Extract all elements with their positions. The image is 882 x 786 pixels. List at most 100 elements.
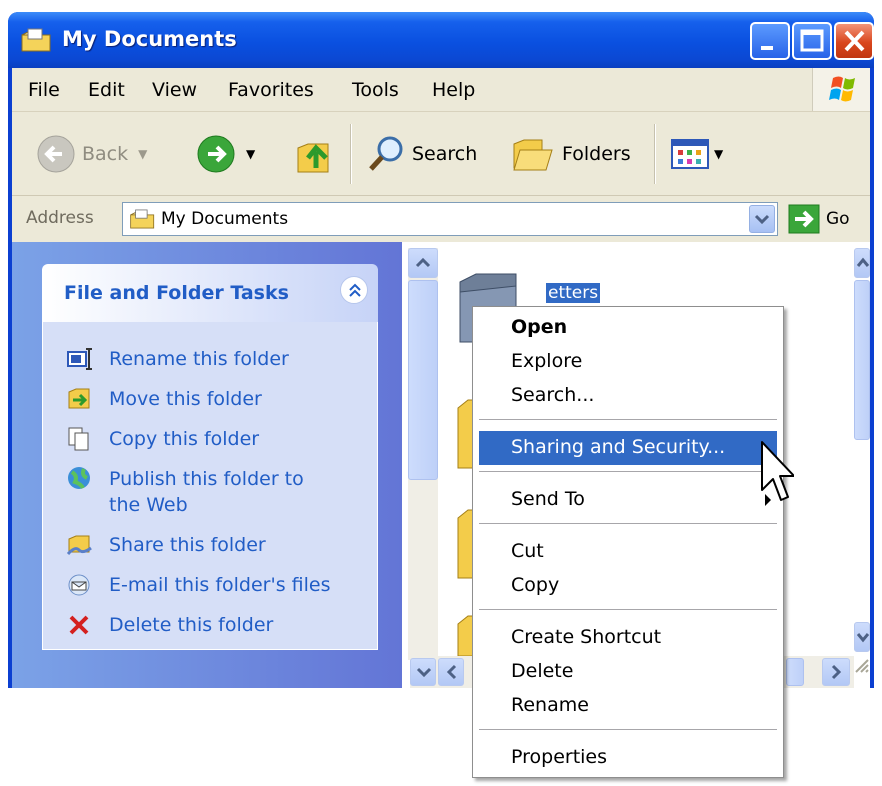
close-icon xyxy=(844,30,865,52)
scroll-thumb[interactable] xyxy=(854,280,870,440)
back-label: Back xyxy=(82,143,129,165)
views-dropdown-icon[interactable]: ▼ xyxy=(714,147,723,161)
task-label: Move this folder xyxy=(109,388,262,410)
scroll-down-button[interactable] xyxy=(854,622,870,652)
task-list: Rename this folder Move this folder Copy… xyxy=(42,322,378,650)
scroll-right-button[interactable] xyxy=(822,658,850,686)
chevron-right-icon xyxy=(831,664,842,680)
search-icon xyxy=(369,136,403,171)
menu-favorites[interactable]: Favorites xyxy=(228,79,314,101)
task-pane: File and Folder Tasks Rename this folder… xyxy=(12,242,402,688)
menu-item-cut[interactable]: Cut xyxy=(479,535,777,569)
menu-separator xyxy=(479,523,777,524)
address-value: My Documents xyxy=(161,209,289,229)
menu-item-sharing-security[interactable]: Sharing and Security... xyxy=(479,431,777,465)
menu-item-delete[interactable]: Delete xyxy=(479,655,777,689)
menu-item-label: Open xyxy=(511,316,568,338)
scroll-down-button[interactable] xyxy=(410,658,436,686)
menu-file[interactable]: File xyxy=(28,79,60,101)
menu-item-label: Copy xyxy=(511,574,560,596)
minimize-button[interactable] xyxy=(750,22,790,60)
task-move-folder[interactable]: Move this folder xyxy=(67,386,262,412)
scroll-left-button[interactable] xyxy=(438,658,464,686)
task-label: Publish this folder to the Web xyxy=(109,468,304,516)
menu-view[interactable]: View xyxy=(152,79,197,101)
task-rename-folder[interactable]: Rename this folder xyxy=(67,346,289,372)
task-panel-header[interactable]: File and Folder Tasks xyxy=(42,264,378,322)
task-delete-folder[interactable]: Delete this folder xyxy=(67,612,273,638)
task-share-folder[interactable]: Share this folder xyxy=(67,532,266,558)
scroll-thumb[interactable] xyxy=(786,658,804,686)
menu-item-label: Cut xyxy=(511,540,544,562)
menu-item-explore[interactable]: Explore xyxy=(479,345,777,379)
delete-icon xyxy=(69,615,89,635)
menu-edit[interactable]: Edit xyxy=(88,79,125,101)
menu-item-copy[interactable]: Copy xyxy=(479,569,777,603)
task-copy-folder[interactable]: Copy this folder xyxy=(67,426,259,452)
scroll-up-button[interactable] xyxy=(854,248,870,278)
vertical-scrollbar-right[interactable] xyxy=(854,248,870,688)
menu-separator xyxy=(479,729,777,730)
search-label: Search xyxy=(412,143,478,165)
forward-dropdown-icon[interactable]: ▼ xyxy=(246,147,255,161)
task-label: E-mail this folder's files xyxy=(109,574,331,596)
menu-item-rename[interactable]: Rename xyxy=(479,689,777,723)
forward-button[interactable]: ▼ xyxy=(196,134,255,174)
task-label: Delete this folder xyxy=(109,614,274,636)
address-dropdown-button[interactable] xyxy=(749,205,775,233)
copy-icon xyxy=(68,427,89,451)
task-publish-folder[interactable]: Publish this folder to the Web xyxy=(67,466,327,518)
my-documents-icon xyxy=(130,209,155,229)
menu-item-properties[interactable]: Properties xyxy=(479,741,777,775)
menu-item-search[interactable]: Search... xyxy=(479,379,777,413)
double-chevron-up-icon xyxy=(349,283,361,297)
menu-tools[interactable]: Tools xyxy=(352,79,399,101)
task-label: Copy this folder xyxy=(109,428,260,450)
email-icon xyxy=(68,574,90,596)
address-label: Address xyxy=(26,208,94,228)
scroll-up-button[interactable] xyxy=(408,248,438,278)
menu-item-label: Rename xyxy=(511,694,589,716)
go-button[interactable]: Go xyxy=(788,204,850,234)
address-field[interactable]: My Documents xyxy=(122,202,778,236)
selected-folder-name[interactable]: etters xyxy=(546,283,601,303)
mouse-pointer-icon xyxy=(761,441,794,501)
vertical-scrollbar[interactable] xyxy=(408,248,438,660)
close-button[interactable] xyxy=(834,22,874,60)
menu-separator xyxy=(479,471,777,472)
task-panel-title: File and Folder Tasks xyxy=(64,282,289,304)
menu-item-label: Send To xyxy=(511,488,585,510)
chevron-down-icon xyxy=(856,633,870,643)
chevron-down-icon xyxy=(754,214,770,225)
chevron-up-icon xyxy=(856,257,870,267)
menu-help[interactable]: Help xyxy=(432,79,475,101)
up-folder-button[interactable] xyxy=(294,132,334,176)
back-button[interactable]: Back ▼ xyxy=(36,134,147,174)
menu-item-open[interactable]: Open xyxy=(479,311,777,345)
task-email-files[interactable]: E-mail this folder's files xyxy=(67,572,330,598)
publish-web-icon xyxy=(68,467,90,489)
file-folder-tasks-panel: File and Folder Tasks Rename this folder… xyxy=(42,264,378,650)
my-documents-icon xyxy=(21,28,51,52)
collapse-button[interactable] xyxy=(340,276,368,304)
up-folder-icon xyxy=(297,143,329,173)
size-grip-icon[interactable] xyxy=(852,656,870,674)
maximize-button[interactable] xyxy=(792,22,832,60)
folders-button[interactable]: Folders xyxy=(512,134,631,174)
share-icon xyxy=(67,535,92,556)
title-bar[interactable]: My Documents xyxy=(8,12,874,68)
go-arrow-icon xyxy=(788,204,820,234)
chevron-down-icon xyxy=(416,667,432,678)
menu-item-send-to[interactable]: Send To xyxy=(479,483,777,517)
window-title: My Documents xyxy=(62,27,237,51)
menu-item-create-shortcut[interactable]: Create Shortcut xyxy=(479,621,777,655)
menu-separator xyxy=(479,609,777,610)
views-icon xyxy=(671,139,709,169)
views-button[interactable]: ▼ xyxy=(670,138,723,170)
menu-item-label: Create Shortcut xyxy=(511,626,662,648)
search-button[interactable]: Search xyxy=(366,134,477,174)
menu-bar: File Edit View Favorites Tools Help xyxy=(12,68,870,112)
back-dropdown-icon[interactable]: ▼ xyxy=(138,147,147,161)
forward-arrow-icon xyxy=(197,135,235,173)
scroll-thumb[interactable] xyxy=(408,280,438,480)
